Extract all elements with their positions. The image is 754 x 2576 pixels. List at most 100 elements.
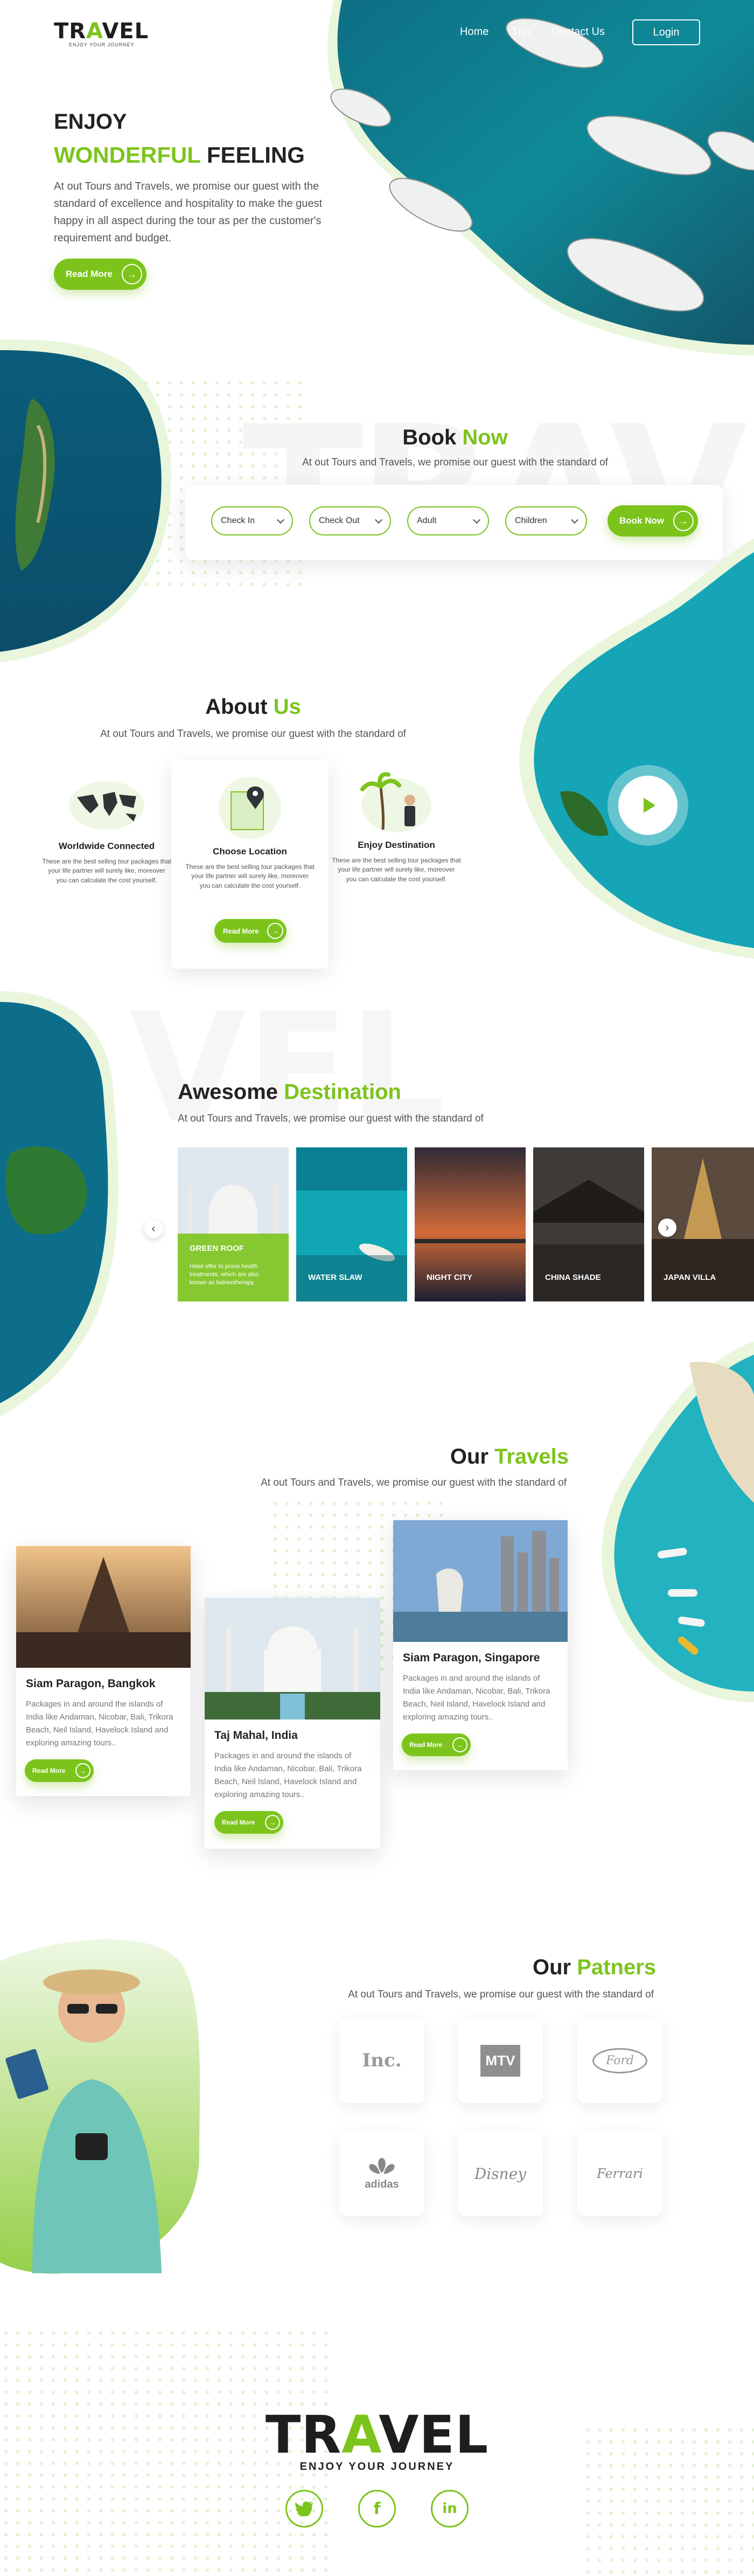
nav-contact[interactable]: Contact Us [551, 26, 605, 38]
hero-heading-accent: WONDERFUL [54, 142, 201, 168]
travel-card-desc: Packages in and around the islands of In… [214, 1751, 362, 1799]
partners-title-main: Our [533, 1955, 571, 1979]
children-select[interactable]: Children [505, 506, 587, 535]
check-in-select[interactable]: Check In [211, 506, 293, 535]
travels-subtitle: At out Tours and Travels, we promise our… [261, 1477, 567, 1488]
partner-logo-ford[interactable]: Ford [577, 2018, 662, 2103]
hero-heading-rest: FEELING [206, 142, 305, 168]
palm-tree-icon [360, 772, 431, 832]
taj-mahal-image [205, 1598, 380, 1719]
travels-title-main: Our [450, 1445, 488, 1468]
partner-logo-disney[interactable]: Disney [458, 2131, 543, 2216]
chevron-down-icon [570, 516, 579, 524]
read-more-label: Read More [222, 1819, 255, 1826]
booking-title-accent: Now [462, 426, 508, 449]
chevron-down-icon [472, 516, 481, 524]
carousel-next-button[interactable]: › [658, 1219, 676, 1237]
world-map-icon [69, 781, 144, 830]
hero-body-text: At out Tours and Travels, we promise our… [54, 180, 323, 244]
book-now-button[interactable]: Book Now → [608, 505, 698, 537]
booking-title: Book Now [0, 426, 754, 450]
facebook-icon[interactable]: f [358, 2490, 396, 2528]
partners-subtitle: At out Tours and Travels, we promise our… [348, 1989, 654, 2000]
travel-card-title: Taj Mahal, India [214, 1729, 298, 1742]
about-read-more-button[interactable]: Read More → [214, 919, 287, 943]
logo-text-accent: A [341, 2405, 379, 2465]
destination-card-label: WATER SLAW [308, 1273, 362, 1282]
about-title-main: About [205, 695, 268, 719]
adidas-logo: adidas [365, 2178, 399, 2190]
hero-boats-image [327, 0, 754, 356]
about-subtitle: At out Tours and Travels, we promise our… [100, 728, 406, 740]
read-more-label: Read More [32, 1767, 66, 1774]
destination-card-china-shade[interactable]: CHINA SHADE [533, 1147, 644, 1301]
ford-logo: Ford [592, 2048, 647, 2073]
nav-trip[interactable]: Trip [512, 26, 530, 38]
travel-card-read-more-button[interactable]: Read More → [214, 1811, 283, 1834]
destination-card-label: NIGHT CITY [427, 1273, 472, 1282]
travel-card-desc: Packages in and around the islands of In… [26, 1700, 173, 1747]
destination-card-water-slaw[interactable]: WATER SLAW [296, 1147, 407, 1301]
destination-card-label: CHINA SHADE [545, 1273, 601, 1282]
brand-logo[interactable]: TRAVEL [54, 20, 149, 42]
booking-title-main: Book [402, 426, 457, 449]
travel-card-title: Siam Paragon, Singapore [403, 1652, 540, 1664]
booking-subtitle: At out Tours and Travels, we promise our… [302, 457, 608, 468]
travel-card-bangkok: Siam Paragon, Bangkok Packages in and ar… [16, 1546, 191, 1796]
partners-title: Our Patners [0, 1955, 656, 1980]
about-item-enjoy: Enjoy Destination These are the best sel… [332, 770, 461, 884]
travel-card-singapore: Siam Paragon, Singapore Packages in and … [393, 1520, 568, 1770]
about-card-choose-location: Choose Location These are the best selli… [171, 760, 329, 969]
destination-title-accent: Destination [284, 1080, 401, 1104]
logo-text-pre: TR [54, 19, 87, 44]
tropical-island-image [0, 991, 118, 1417]
about-item-desc: These are the best selling tour packages… [185, 863, 315, 889]
video-play-button[interactable] [608, 765, 688, 846]
partners-title-accent: Patners [577, 1955, 656, 1979]
arrow-right-icon: → [673, 511, 694, 531]
partner-logo-inc[interactable]: Inc. [339, 2018, 424, 2103]
destination-card-green-roof[interactable]: GREEN ROOF Hotel offer to prove health t… [178, 1147, 289, 1301]
login-button[interactable]: Login [632, 19, 700, 45]
arrow-right-icon: → [265, 1815, 280, 1830]
partner-logo-ferrari[interactable]: Ferrari [577, 2131, 662, 2216]
singapore-merlion-image [393, 1520, 568, 1642]
carousel-prev-button[interactable]: ‹ [144, 1220, 163, 1238]
mtv-logo: MTV [480, 2044, 521, 2077]
about-title: About Us [0, 695, 506, 719]
twitter-icon[interactable] [285, 2490, 323, 2528]
destination-card-desc: Hotel offer to prove health treatments, … [190, 1263, 259, 1286]
travels-title-accent: Travels [494, 1445, 569, 1468]
linkedin-icon[interactable]: in [431, 2490, 469, 2528]
partner-logo-adidas[interactable]: adidas [339, 2131, 424, 2216]
arrow-right-icon: → [267, 923, 283, 939]
check-in-label: Check In [221, 516, 255, 525]
bangkok-temple-image [16, 1546, 191, 1668]
book-now-label: Book Now [619, 516, 665, 526]
destination-card-night-city[interactable]: NIGHT CITY [415, 1147, 526, 1301]
about-read-more-label: Read More [223, 927, 259, 935]
check-out-label: Check Out [319, 516, 360, 525]
logo-text-post: VEL [379, 2405, 489, 2465]
about-item-title: Enjoy Destination [358, 840, 435, 850]
hero-heading-line1: ENJOY [54, 110, 127, 134]
adult-select[interactable]: Adult [407, 506, 489, 535]
destination-card-label: GREEN ROOF [190, 1244, 244, 1253]
footer-logo[interactable]: TRAVEL [0, 2408, 754, 2462]
nav-home[interactable]: Home [460, 26, 488, 38]
hero-read-more-label: Read More [66, 269, 113, 279]
arrow-right-icon: → [75, 1763, 90, 1778]
about-item-worldwide: Worldwide Connected These are the best s… [42, 776, 171, 885]
hero-read-more-button[interactable]: Read More → [54, 259, 146, 290]
travel-card-read-more-button[interactable]: Read More → [25, 1759, 94, 1782]
partner-logo-mtv[interactable]: MTV [458, 2018, 543, 2103]
travel-card-taj-mahal: Taj Mahal, India Packages in and around … [205, 1598, 380, 1849]
read-more-label: Read More [409, 1741, 443, 1749]
footer-tagline: ENJOY YOUR JOURNEY [299, 2461, 455, 2473]
adidas-trefoil-icon [369, 2157, 395, 2174]
lagoon-video-image [519, 539, 754, 959]
check-out-select[interactable]: Check Out [309, 506, 391, 535]
chevron-down-icon [374, 516, 383, 524]
watermark-destination: VEL [129, 980, 445, 1156]
travel-card-read-more-button[interactable]: Read More → [402, 1733, 471, 1756]
